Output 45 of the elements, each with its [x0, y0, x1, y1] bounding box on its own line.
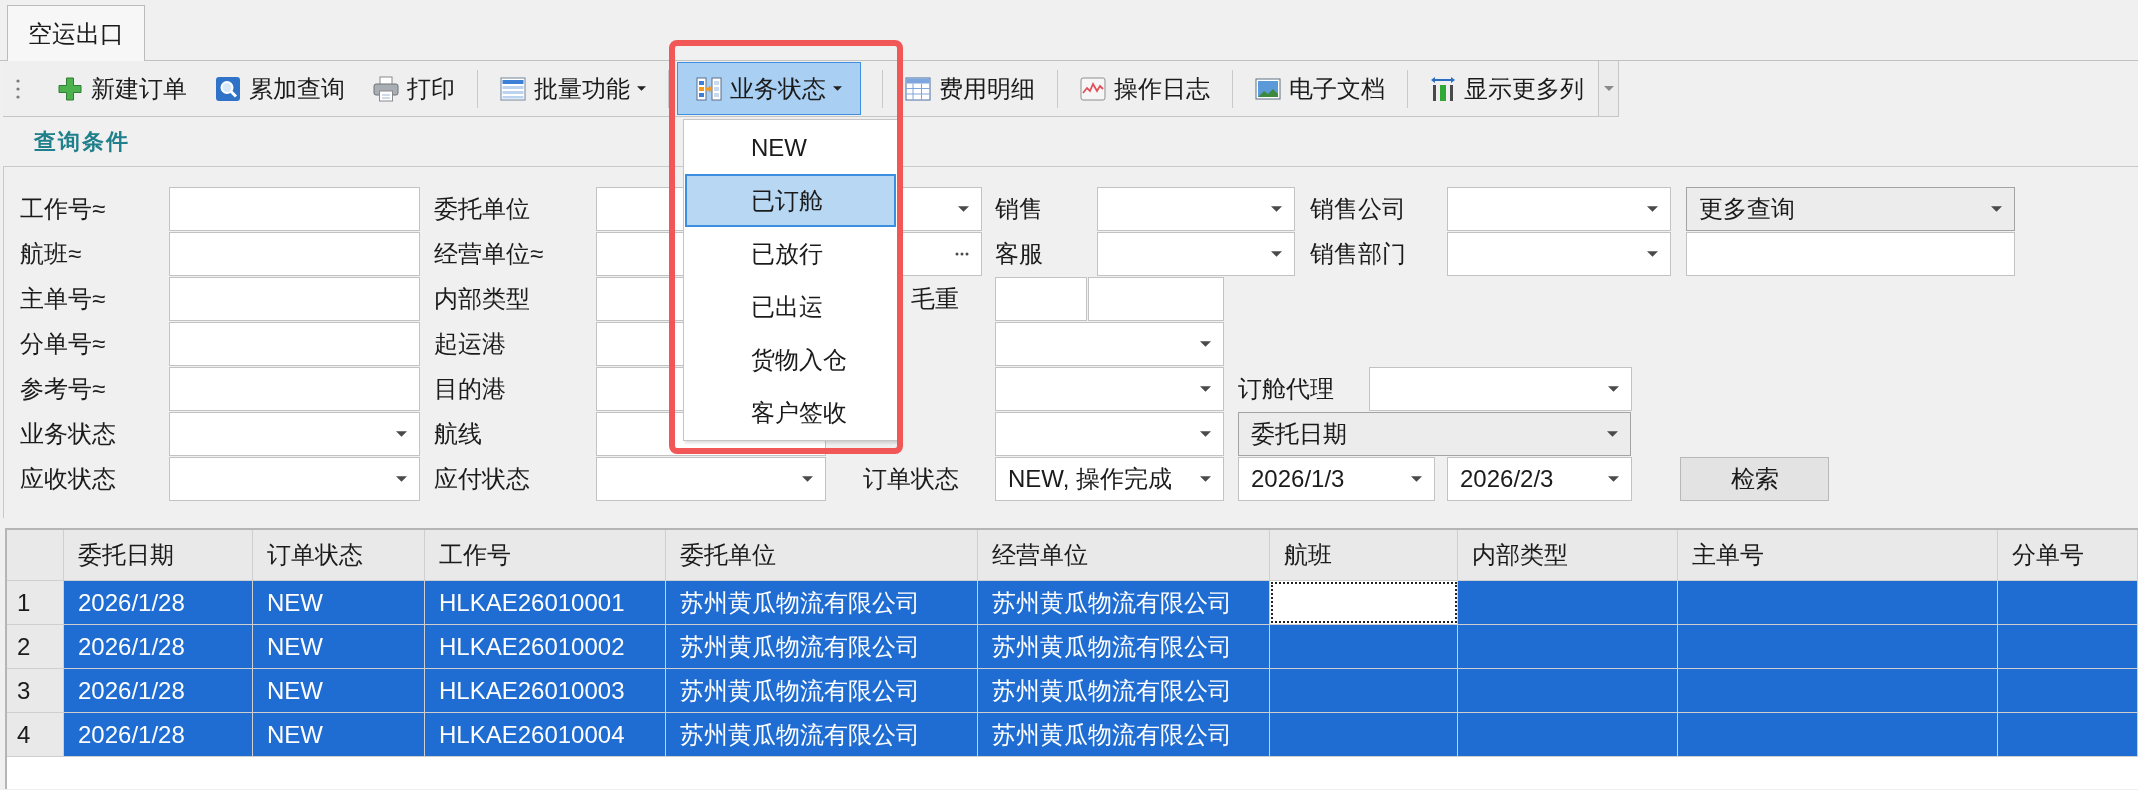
table-cell: 苏州黄瓜物流有限公司: [978, 669, 1270, 712]
row-number: 3: [7, 669, 64, 712]
row-number: 2: [7, 625, 64, 668]
field-label: 主单号≈: [20, 284, 106, 314]
field-label: 订单状态: [863, 464, 959, 494]
field-label: 内部类型: [434, 284, 530, 314]
table-cell: HLKAE26010001: [425, 581, 666, 624]
table-cell: 苏州黄瓜物流有限公司: [666, 581, 978, 624]
table-cell: NEW: [253, 669, 425, 712]
table-cell: HLKAE26010004: [425, 713, 666, 756]
table-cell: 苏州黄瓜物流有限公司: [666, 669, 978, 712]
row-number: 1: [7, 581, 64, 624]
field-label: 应收状态: [20, 464, 116, 494]
table-cell: HLKAE26010003: [425, 669, 666, 712]
field-label: 航班≈: [20, 239, 82, 269]
table-cell: 2026/1/28: [64, 713, 253, 756]
field-label: 目的港: [434, 374, 506, 404]
table-cell: 2026/1/28: [64, 581, 253, 624]
panel-title: 查询条件: [34, 127, 130, 156]
field-label: 应付状态: [434, 464, 530, 494]
field-label: 销售部门: [1310, 239, 1406, 269]
table-cell: 苏州黄瓜物流有限公司: [666, 625, 978, 668]
table-cell: 苏州黄瓜物流有限公司: [666, 713, 978, 756]
table-cell: NEW: [253, 625, 425, 668]
field-label: 毛重: [911, 284, 959, 314]
field-label: 工作号≈: [20, 194, 106, 224]
table-cell: 苏州黄瓜物流有限公司: [978, 713, 1270, 756]
field-label: 经营单位≈: [434, 239, 544, 269]
table-cell: 2026/1/28: [64, 669, 253, 712]
table-cell: NEW: [253, 581, 425, 624]
table-cell: HLKAE26010002: [425, 625, 666, 668]
field-label: 起运港: [434, 329, 506, 359]
field-label: 业务状态: [20, 419, 116, 449]
field-label: 委托单位: [434, 194, 530, 224]
table-cell: 苏州黄瓜物流有限公司: [978, 625, 1270, 668]
table-cell: NEW: [253, 713, 425, 756]
field-label: 参考号≈: [20, 374, 106, 404]
table-cell: 2026/1/28: [64, 625, 253, 668]
field-label: 航线: [434, 419, 482, 449]
field-label: 分单号≈: [20, 329, 106, 359]
field-label: 订舱代理: [1238, 374, 1334, 404]
field-label: 客服: [995, 239, 1043, 269]
field-label: 销售: [995, 194, 1043, 224]
field-label: 销售公司: [1310, 194, 1406, 224]
row-number: 4: [7, 713, 64, 756]
